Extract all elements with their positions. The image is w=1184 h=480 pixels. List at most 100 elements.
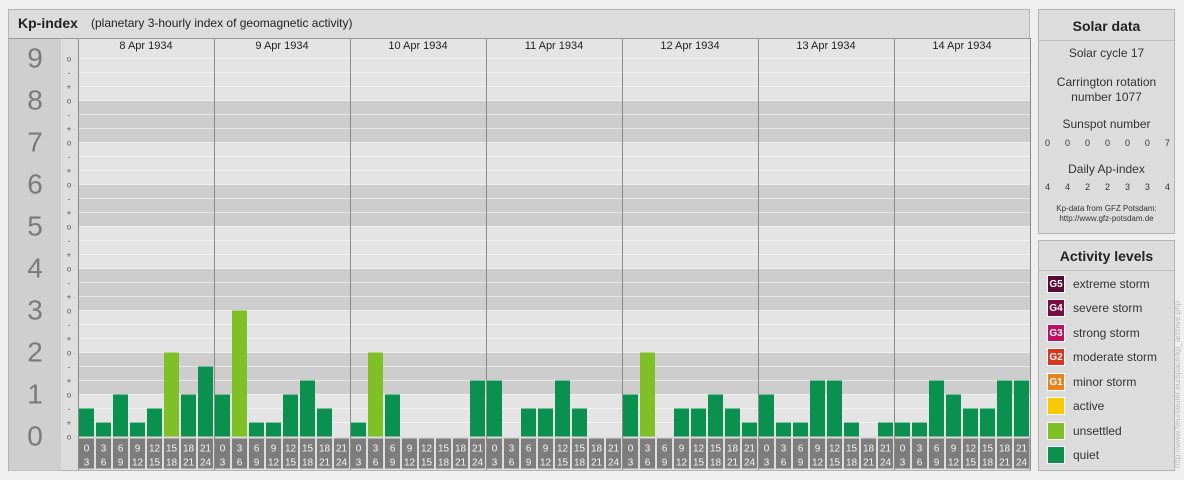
minor-tick-label: -	[68, 321, 71, 330]
y-tick-label: 2	[27, 337, 43, 368]
day-label: 11 Apr 1934	[525, 40, 584, 52]
ap-value: 3	[1124, 182, 1130, 192]
interval-label: 9	[407, 444, 413, 455]
interval-label: 21	[472, 444, 484, 455]
sunspot-value: 0	[1064, 138, 1070, 148]
y-tick-label: 6	[27, 169, 43, 200]
interval-label: 9	[526, 458, 532, 469]
ap-value: 4	[1164, 182, 1170, 192]
interval-label: 0	[764, 444, 770, 455]
kp-bar	[79, 408, 94, 437]
sunspot-values: 0 0 0 0 0 0 7	[1045, 138, 1170, 148]
interval-label: 6	[373, 458, 379, 469]
kp-bar	[776, 422, 791, 437]
kp-band	[78, 142, 1030, 185]
interval-label: 15	[438, 444, 450, 455]
y-tick-label: 1	[27, 379, 43, 410]
minor-tick-label: +	[67, 335, 72, 344]
level-label: severe storm	[1073, 301, 1143, 315]
kp-band	[78, 268, 1030, 311]
kp-bar	[793, 422, 808, 437]
interval-label: 15	[829, 458, 841, 469]
interval-label: 3	[237, 444, 243, 455]
minor-tick-label: +	[67, 167, 72, 176]
level-severe-storm: G4 severe storm	[1047, 299, 1142, 317]
minor-tick-label: -	[68, 111, 71, 120]
carrington-rotation-line1: Carrington rotation	[1056, 75, 1157, 89]
minor-tick-label: +	[67, 125, 72, 134]
interval-label: 3	[917, 444, 923, 455]
interval-label: 0	[356, 444, 362, 455]
interval-label: 12	[132, 458, 144, 469]
interval-label: 15	[710, 444, 722, 455]
interval-label: 15	[149, 458, 161, 469]
interval-label: 24	[200, 458, 212, 469]
kp-bar	[283, 394, 298, 437]
interval-label: 12	[829, 444, 841, 455]
sunspot-value: 0	[1144, 138, 1150, 148]
interval-label: 3	[373, 444, 379, 455]
day-label: 12 Apr 1934	[660, 40, 719, 52]
interval-label: 21	[863, 458, 875, 469]
interval-label: 6	[390, 444, 396, 455]
kp-bar	[997, 380, 1012, 437]
interval-label: 6	[662, 444, 668, 455]
kp-bar	[215, 394, 230, 437]
y-tick-label: 8	[27, 85, 43, 116]
level-swatch	[1047, 446, 1065, 464]
kp-bar	[130, 422, 145, 437]
interval-label: 15	[982, 444, 994, 455]
interval-label: 18	[710, 458, 722, 469]
kp-bar	[368, 352, 383, 437]
minor-tick-label: -	[68, 69, 71, 78]
interval-label: 18	[302, 458, 314, 469]
interval-label: 6	[526, 444, 532, 455]
minor-tick-label: o	[67, 139, 72, 148]
level-label: quiet	[1073, 448, 1100, 462]
interval-label: 18	[727, 444, 739, 455]
kp-bar	[844, 422, 859, 437]
interval-label: 24	[1016, 458, 1028, 469]
level-swatch: G1	[1047, 373, 1065, 391]
interval-label: 21	[319, 458, 331, 469]
interval-label: 6	[917, 458, 923, 469]
kp-bar	[538, 408, 553, 437]
y-tick-label: 5	[27, 211, 43, 242]
minor-tick-label: o	[67, 391, 72, 400]
solar-cycle: Solar cycle 17	[1068, 46, 1145, 60]
interval-label: 21	[455, 458, 467, 469]
credit-watermark: http://www.fleurseuler.eu/space/kp_archi…	[1173, 300, 1182, 468]
kp-bar	[963, 408, 978, 437]
interval-label: 9	[662, 458, 668, 469]
kp-bar	[181, 394, 196, 437]
level-label: strong storm	[1073, 326, 1140, 340]
minor-tick-label: o	[67, 97, 72, 106]
interval-label: 9	[543, 444, 549, 455]
level-swatch: G2	[1047, 348, 1065, 366]
interval-label: 6	[781, 458, 787, 469]
minor-tick-label: +	[67, 251, 72, 260]
interval-label: 18	[183, 444, 195, 455]
interval-label: 9	[951, 444, 957, 455]
interval-label: 24	[880, 458, 892, 469]
interval-label: 15	[557, 458, 569, 469]
minor-tick-label: +	[67, 377, 72, 386]
minor-tick-label: +	[67, 419, 72, 428]
interval-label: 3	[645, 444, 651, 455]
interval-label: 18	[863, 444, 875, 455]
interval-label: 9	[679, 444, 685, 455]
kp-bar-chart: 0123456789o+-o+-o+-o+-o+-o+-o+-o+-o+-o8 …	[9, 38, 1031, 471]
interval-label: 9	[798, 458, 804, 469]
kp-bar	[351, 422, 366, 437]
data-source-link[interactable]: http://www.gfz-potsdam.de	[1039, 214, 1174, 224]
kp-bar	[147, 408, 162, 437]
kp-bar	[555, 380, 570, 437]
minor-tick-label: -	[68, 195, 71, 204]
interval-label: 12	[693, 444, 705, 455]
interval-label: 3	[84, 458, 90, 469]
interval-label: 24	[336, 458, 348, 469]
kp-bar	[980, 408, 995, 437]
kp-bar	[878, 422, 893, 437]
level-label: minor storm	[1073, 375, 1137, 389]
interval-label: 3	[492, 458, 498, 469]
